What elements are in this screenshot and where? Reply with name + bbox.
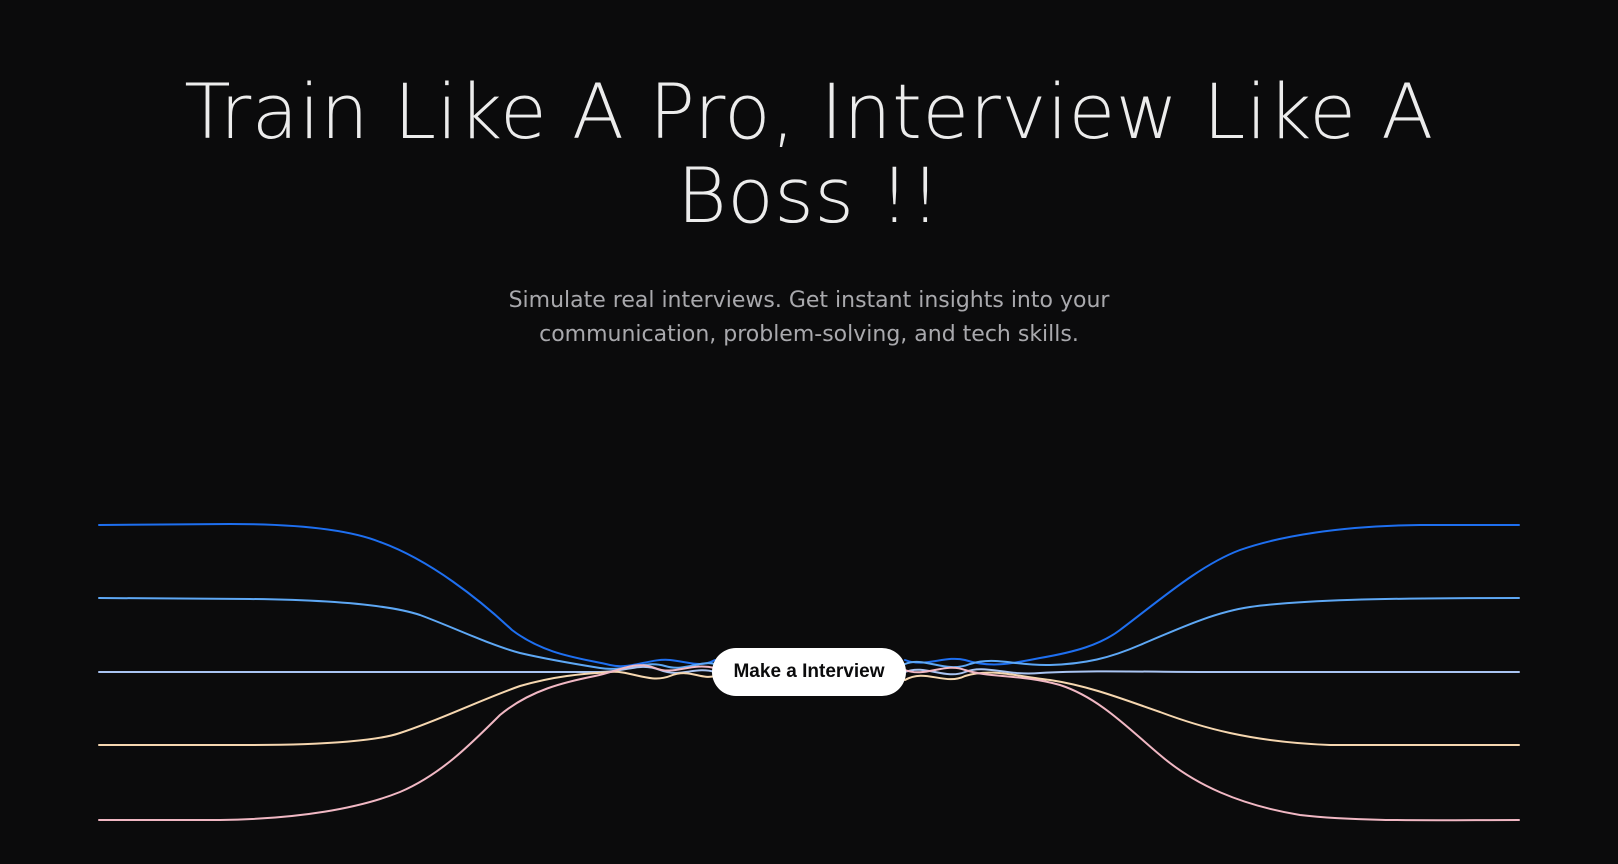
converging-lines-graphic (98, 522, 1520, 822)
make-interview-button[interactable]: Make a Interview (712, 648, 906, 696)
wave-line-blue (98, 522, 1520, 668)
hero-section: Train Like A Pro, Interview Like A Boss … (0, 0, 1618, 864)
